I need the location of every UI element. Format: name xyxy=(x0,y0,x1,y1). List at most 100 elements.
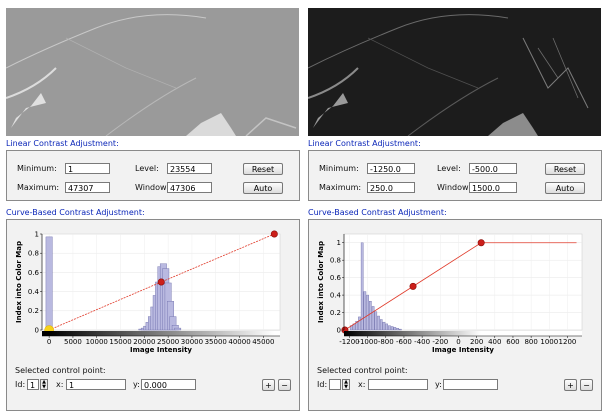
control-point xyxy=(409,282,417,290)
minimum-field[interactable]: 1 xyxy=(65,163,110,174)
x-tick-label: 20000 xyxy=(133,338,155,346)
contrast-curve-chart[interactable]: 00.20.40.60.810 5000 10000 15000 20000 25000 3… xyxy=(12,226,294,362)
plot-area xyxy=(343,233,583,331)
x-tick-label: 1000 xyxy=(540,338,558,346)
x-label: x: xyxy=(358,380,366,389)
reset-button[interactable]: Reset xyxy=(545,163,585,175)
x-tick-label: 0 xyxy=(47,338,51,346)
x-tick-label: -800 xyxy=(378,338,394,346)
x-tick-label: 15000 xyxy=(109,338,131,346)
y-field[interactable] xyxy=(443,379,498,390)
id-label: Id: xyxy=(317,380,328,389)
reset-button[interactable]: Reset xyxy=(243,163,283,175)
histogram-bar xyxy=(396,328,399,331)
y-tick-label: 0.8 xyxy=(330,257,341,265)
y-tick-label: 0.4 xyxy=(28,288,40,296)
histogram-bar xyxy=(390,326,394,331)
control-point xyxy=(477,239,485,247)
add-point-button[interactable]: + xyxy=(564,379,577,391)
x-tick-label: 35000 xyxy=(205,338,227,346)
colormap-bar xyxy=(344,331,582,336)
control-point xyxy=(157,278,165,286)
x-tick-label: -600 xyxy=(396,338,412,346)
remove-point-button[interactable]: − xyxy=(580,379,593,391)
window-field[interactable]: 1500.0 xyxy=(469,182,517,193)
selected-control-point-label: Selected control point: xyxy=(15,366,106,375)
linear-contrast-box: Minimum: -1250.0 Level: -500.0 Reset Max… xyxy=(308,150,602,201)
y-field[interactable]: 0.000 xyxy=(141,379,196,390)
y-tick-label: 0.8 xyxy=(28,250,39,258)
window-label: Window: xyxy=(437,183,471,192)
x-tick-label: 200 xyxy=(470,338,483,346)
maximum-label: Maximum: xyxy=(319,183,362,192)
y-label: y: xyxy=(435,380,442,389)
y-tick-label: 0.2 xyxy=(28,307,39,315)
curve-contrast-box: 0 0.2 0.4 0.6 0.8 1 -1200 -1000 -800 -600 -400 -200… xyxy=(308,219,602,411)
minimum-label: Minimum: xyxy=(17,164,57,173)
id-stepper[interactable]: ▲ ▼ xyxy=(40,379,48,390)
histogram-bar xyxy=(393,327,397,331)
histogram-bar xyxy=(369,300,372,331)
y-tick-label: 0.4 xyxy=(330,291,342,299)
x-tick-label: 10000 xyxy=(86,338,108,346)
id-label: Id: xyxy=(15,380,26,389)
x-tick-label: 400 xyxy=(488,338,501,346)
auto-button[interactable]: Auto xyxy=(545,182,585,194)
histogram-bar xyxy=(358,316,361,331)
x-tick-label: 600 xyxy=(506,338,519,346)
histogram-bar xyxy=(374,311,378,331)
x-axis-label: Image Intensity xyxy=(432,346,494,354)
grayscale-image-preview xyxy=(6,8,299,136)
curve-contrast-box: 0 0.2 0.4 0.6 0.8 1 0 5000 10000 15000 20000 25000 3… xyxy=(6,219,300,411)
level-field[interactable]: 23554 xyxy=(167,163,212,174)
contrast-curve-chart[interactable]: 00.20.40.60.81-1200-1000 -800 -600 -400 -200… xyxy=(314,226,596,362)
auto-button[interactable]: Auto xyxy=(243,182,283,194)
y-axis-label: Index into Color Map xyxy=(15,241,23,323)
histogram-bar xyxy=(377,315,380,331)
id-field[interactable]: 1 xyxy=(27,379,39,390)
x-tick-label: -400 xyxy=(414,338,430,346)
x-field[interactable]: 1 xyxy=(66,379,126,390)
y-tick-label: 1 xyxy=(337,239,341,247)
x-tick-label: 40000 xyxy=(228,338,250,346)
curve-contrast-title: Curve-Based Contrast Adjustment: xyxy=(308,208,447,217)
minimum-field[interactable]: -1250.0 xyxy=(367,163,415,174)
window-label: Window: xyxy=(135,183,169,192)
y-tick-label: 0.6 xyxy=(28,269,40,277)
linear-contrast-box: Minimum: 1 Level: 23554 Reset Maximum: 4… xyxy=(6,150,300,201)
x-tick-label: 1200 xyxy=(559,338,577,346)
histogram-bar xyxy=(45,236,53,331)
x-tick-label: 0 xyxy=(456,338,460,346)
window-field[interactable]: 47306 xyxy=(167,182,212,193)
id-stepper[interactable]: ▲ ▼ xyxy=(342,379,350,390)
x-tick-label: -200 xyxy=(432,338,448,346)
windowed-image-preview xyxy=(308,8,601,136)
add-point-button[interactable]: + xyxy=(262,379,275,391)
level-label: Level: xyxy=(135,164,159,173)
minimum-label: Minimum: xyxy=(319,164,359,173)
remove-point-button[interactable]: − xyxy=(278,379,291,391)
linear-contrast-title: Linear Contrast Adjustment: xyxy=(308,139,421,148)
y-tick-label: 0 xyxy=(337,326,341,334)
histogram-bar xyxy=(366,294,369,331)
maximum-field[interactable]: 47307 xyxy=(65,182,110,193)
maximum-field[interactable]: 250.0 xyxy=(367,182,415,193)
x-tick-label: 30000 xyxy=(181,338,203,346)
curve-contrast-title: Curve-Based Contrast Adjustment: xyxy=(6,208,145,217)
colormap-bar xyxy=(42,331,280,336)
x-tick-label: 800 xyxy=(524,338,537,346)
right-panel: Linear Contrast Adjustment: Minimum: -12… xyxy=(306,0,604,413)
x-axis-label: Image Intensity xyxy=(130,346,192,354)
x-tick-label: 45000 xyxy=(252,338,274,346)
y-tick-label: 1 xyxy=(35,230,39,238)
id-field[interactable] xyxy=(329,379,341,390)
left-panel: Linear Contrast Adjustment: Minimum: 1 L… xyxy=(4,0,302,413)
x-tick-label: 5000 xyxy=(64,338,82,346)
y-label: y: xyxy=(133,380,140,389)
x-tick-label: -1000 xyxy=(357,338,377,346)
histogram-bar xyxy=(399,328,402,331)
x-field[interactable] xyxy=(368,379,428,390)
level-field[interactable]: -500.0 xyxy=(469,163,517,174)
histogram-bar xyxy=(174,327,182,331)
linear-contrast-title: Linear Contrast Adjustment: xyxy=(6,139,119,148)
